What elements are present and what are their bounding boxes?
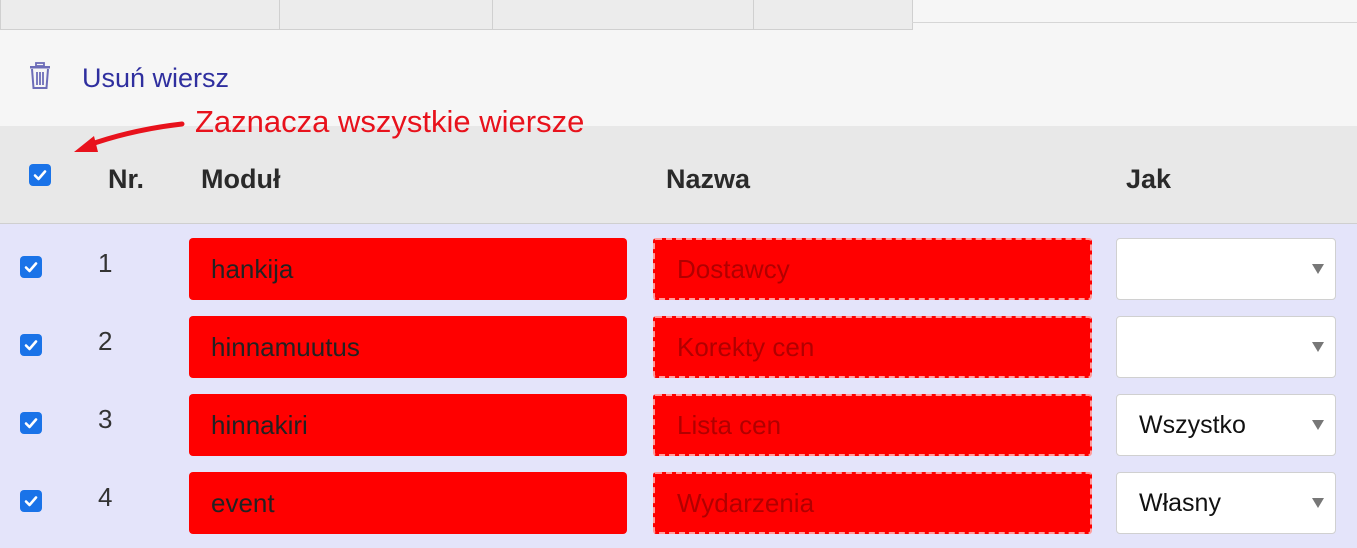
chevron-down-icon: [1312, 420, 1324, 430]
how-select[interactable]: Własny: [1116, 472, 1336, 534]
row-checkbox[interactable]: [20, 256, 42, 278]
checkmark-icon: [24, 262, 38, 273]
table-row: 2 hinnamuutus Korekty cen: [0, 302, 1357, 379]
row-checkbox[interactable]: [20, 490, 42, 512]
checkmark-icon: [24, 418, 38, 429]
tab-1[interactable]: [0, 0, 280, 30]
name-field: Lista cen: [653, 394, 1092, 456]
how-select[interactable]: [1116, 316, 1336, 378]
module-field[interactable]: event: [189, 472, 627, 534]
how-select[interactable]: Wszystko: [1116, 394, 1336, 456]
row-number: 2: [98, 326, 113, 356]
row-number: 3: [98, 404, 113, 434]
module-field[interactable]: hinnamuutus: [189, 316, 627, 378]
table-header: Nr. Moduł Nazwa Jak: [0, 126, 1357, 224]
select-all-checkbox[interactable]: [29, 164, 51, 186]
checkmark-icon: [33, 170, 47, 181]
trash-icon: [28, 61, 52, 95]
annotation-arrow-icon: [74, 121, 185, 152]
delete-row-label: Usuń wiersz: [82, 62, 230, 93]
row-checkbox[interactable]: [20, 412, 42, 434]
chevron-down-icon: [1312, 264, 1324, 274]
column-header-module[interactable]: Moduł: [201, 164, 280, 195]
table-row: 3 hinnakiri Lista cen Wszystko: [0, 380, 1357, 457]
table-row: 4 event Wydarzenia Własny: [0, 458, 1357, 535]
tab-4[interactable]: [753, 0, 913, 30]
row-number: 1: [98, 248, 113, 278]
name-field: Dostawcy: [653, 238, 1092, 300]
tab-divider: [912, 22, 1357, 23]
name-field: Korekty cen: [653, 316, 1092, 378]
row-number: 4: [98, 482, 113, 512]
chevron-down-icon: [1312, 498, 1324, 508]
module-field[interactable]: hankija: [189, 238, 627, 300]
annotation-label: Zaznacza wszystkie wiersze: [195, 104, 585, 139]
how-select-value: Własny: [1139, 489, 1221, 517]
row-checkbox[interactable]: [20, 334, 42, 356]
column-header-name[interactable]: Nazwa: [666, 164, 750, 195]
column-header-nr[interactable]: Nr.: [108, 164, 144, 195]
checkmark-icon: [24, 496, 38, 507]
table-body: 1 hankija Dostawcy 2 hinnamuutus Korekty…: [0, 224, 1357, 548]
how-select-value: Wszystko: [1139, 411, 1246, 439]
tab-2[interactable]: [279, 0, 493, 30]
delete-row-button[interactable]: Usuń wiersz: [28, 60, 229, 96]
checkmark-icon: [24, 340, 38, 351]
how-select[interactable]: [1116, 238, 1336, 300]
name-field: Wydarzenia: [653, 472, 1092, 534]
tab-3[interactable]: [492, 0, 754, 30]
module-field[interactable]: hinnakiri: [189, 394, 627, 456]
table-row: 1 hankija Dostawcy: [0, 224, 1357, 301]
tab-strip: [0, 0, 1357, 30]
column-header-how[interactable]: Jak: [1126, 164, 1171, 195]
chevron-down-icon: [1312, 342, 1324, 352]
